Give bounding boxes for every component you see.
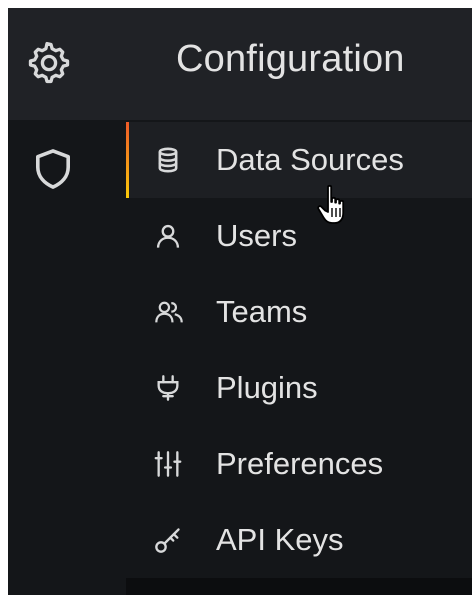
configuration-menu: Configuration Data Sources Users Teams P…	[126, 8, 472, 595]
bottom-strip	[126, 578, 472, 595]
menu-item-users[interactable]: Users	[126, 198, 472, 274]
gear-icon[interactable]	[27, 41, 71, 85]
sliders-icon	[154, 450, 182, 478]
menu-item-label: Users	[216, 218, 297, 253]
menu-item-label: Data Sources	[216, 142, 404, 177]
menu-item-label: Teams	[216, 294, 308, 329]
database-icon	[154, 146, 182, 174]
users-icon	[154, 298, 183, 326]
shield-icon[interactable]	[34, 148, 72, 190]
menu-item-plugins[interactable]: Plugins	[126, 350, 472, 426]
menu-item-teams[interactable]: Teams	[126, 274, 472, 350]
menu-item-api-keys[interactable]: API Keys	[126, 502, 472, 578]
sidebar-rail	[8, 8, 126, 595]
menu-item-preferences[interactable]: Preferences	[126, 426, 472, 502]
menu-item-data-sources[interactable]: Data Sources	[126, 122, 472, 198]
app-frame: Configuration Data Sources Users Teams P…	[8, 8, 472, 595]
rail-config-section[interactable]	[8, 8, 126, 120]
plug-icon	[154, 374, 182, 402]
menu-item-label: Plugins	[216, 370, 318, 405]
hand-pointer-cursor-icon	[316, 184, 356, 230]
menu-item-label: API Keys	[216, 522, 344, 557]
menu-title: Configuration	[176, 38, 405, 80]
active-indicator	[126, 122, 129, 198]
key-icon	[154, 526, 182, 554]
user-icon	[154, 222, 182, 250]
menu-header: Configuration	[126, 8, 472, 120]
menu-item-label: Preferences	[216, 446, 384, 481]
